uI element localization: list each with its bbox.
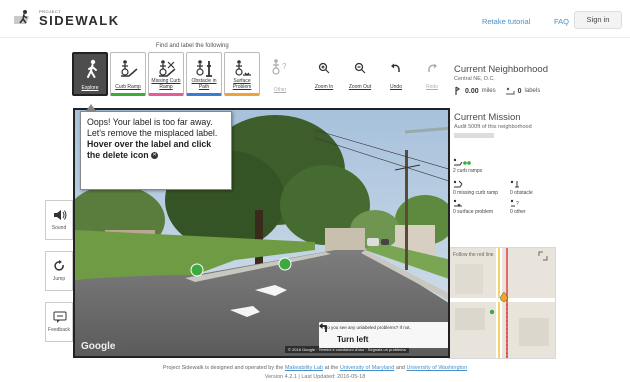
redo-label: Redo	[426, 84, 438, 90]
obstacle-icon	[196, 60, 212, 77]
labels-count: 0	[517, 87, 522, 95]
mini-map[interactable]: Follow the red line	[448, 247, 556, 359]
toolbar-prompt: Find and label the following	[156, 43, 229, 49]
curb-ramp-label: Curb Ramp	[115, 84, 141, 90]
obstacle-button[interactable]: Obstacle in Path	[186, 52, 222, 96]
zoom-out-label: Zoom Out	[348, 84, 372, 90]
footer-text-a: Project Sidewalk is designed and operate…	[162, 365, 284, 371]
mini-map-canvas	[449, 248, 555, 358]
tutorial-popup: Oops! Your label is too far away. Let's …	[80, 111, 232, 190]
sound-button[interactable]: Sound	[45, 200, 73, 240]
svg-text:?: ?	[282, 62, 287, 71]
footer-credits: Project Sidewalk is designed and operate…	[0, 365, 630, 371]
undo-button[interactable]: Undo	[380, 56, 412, 96]
footer-text-c: and	[395, 365, 405, 371]
popup-instruction: Hover over the label and click the delet…	[87, 139, 212, 160]
curb-ramp-icon	[121, 60, 138, 77]
surface-problem-button[interactable]: Surface Problem	[224, 52, 260, 96]
obstacle-stat-icon	[510, 180, 519, 188]
mission-description: Audit 500ft of this neighborhood	[454, 124, 532, 130]
svg-text:?: ?	[516, 201, 519, 207]
footer-version: Version 4.2.1 | Last Updated: 2016-05-18	[264, 374, 366, 380]
sound-label: Sound	[51, 225, 67, 231]
google-watermark: Google	[81, 341, 116, 352]
zoom-in-icon	[318, 62, 330, 74]
logo-title: SIDEWALK	[39, 12, 120, 28]
sidewalk-logo-icon	[10, 8, 34, 28]
missing-curb-ramp-button[interactable]: Missing Curb Ramp	[148, 52, 184, 96]
other-stat-icon: ?	[510, 199, 519, 207]
mission-progress-bar	[454, 133, 494, 138]
missing-curb-ramp-label: Missing Curb Ramp	[151, 78, 181, 90]
retake-tutorial-link[interactable]: Retake tutorial	[482, 17, 530, 26]
navigation-hint[interactable]: Do you see any unlabeled problems? If no…	[319, 322, 448, 348]
umd-link[interactable]: University of Maryland	[340, 365, 394, 371]
curb-ramp-stat: 2 curb ramps	[453, 168, 483, 174]
zoom-in-label: Zoom In	[314, 84, 334, 90]
labels-word: labels	[524, 88, 541, 94]
jump-button[interactable]: Jump	[45, 251, 73, 291]
other-button[interactable]: ? Other	[262, 52, 298, 96]
uw-link[interactable]: University of Washington	[407, 365, 468, 371]
top-header: PROJECT SIDEWALK Retake tutorial FAQ Sig…	[0, 0, 630, 38]
distance-icon	[455, 86, 461, 95]
zoom-out-button[interactable]: Zoom Out	[344, 56, 376, 96]
missing-curb-ramp-stat-icon	[453, 180, 463, 188]
undo-icon	[391, 63, 400, 72]
current-neighborhood-panel: Current Neighborhood Central NE, D.C.	[454, 64, 614, 82]
feedback-icon	[53, 311, 67, 323]
curb-ramp-stat-icon	[453, 158, 471, 166]
surface-problem-stat-icon	[453, 199, 462, 207]
labels-icon	[505, 87, 515, 95]
zoom-in-button[interactable]: Zoom In	[308, 56, 340, 96]
walking-person-icon	[87, 59, 97, 78]
project-sidewalk-logo[interactable]: PROJECT SIDEWALK	[10, 8, 120, 28]
surface-problem-icon	[235, 60, 251, 76]
curb-ramp-button[interactable]: Curb Ramp	[110, 52, 146, 96]
turn-left-icon	[319, 323, 327, 332]
redo-icon	[428, 63, 437, 72]
zoom-out-icon	[354, 62, 366, 74]
mission-title: Current Mission	[454, 112, 521, 123]
explore-button[interactable]: Explore	[72, 52, 108, 96]
missing-curb-ramp-icon	[159, 60, 176, 77]
jump-icon	[54, 260, 64, 271]
current-mission-panel: Current Mission Audit 500ft of this neig…	[454, 112, 614, 130]
map-caption: Follow the red line	[453, 252, 494, 258]
distance-unit: miles	[481, 88, 496, 94]
undo-label: Undo	[390, 84, 402, 90]
footer-text-b: at the	[324, 365, 339, 371]
surface-problem-stat: 0 surface problem	[453, 209, 494, 215]
speaker-icon	[54, 210, 67, 220]
neighborhood-title: Current Neighborhood	[454, 64, 549, 75]
neighborhood-name: Central NE, D.C.	[454, 76, 495, 82]
makeability-lab-link[interactable]: Makeability Lab	[285, 365, 323, 371]
turn-left-button[interactable]: Turn left	[337, 335, 368, 344]
missing-curb-ramp-stat: 0 missing curb ramp	[453, 190, 499, 196]
feedback-button[interactable]: Feedback	[45, 302, 73, 342]
faq-link[interactable]: FAQ	[554, 17, 569, 26]
jump-label: Jump	[52, 276, 66, 282]
obstacle-label: Obstacle in Path	[191, 78, 217, 90]
redo-button[interactable]: Redo	[416, 56, 448, 96]
feedback-label: Feedback	[48, 327, 70, 333]
other-label: Other	[273, 87, 287, 93]
distance-value: 0.00	[465, 87, 479, 95]
other-icon: ?	[272, 59, 287, 75]
popup-text: Oops! Your label is too far away. Let's …	[87, 117, 218, 138]
hint-question: Do you see any unlabeled problems? If no…	[324, 325, 411, 330]
surface-problem-label: Surface Problem	[232, 78, 252, 90]
other-stat: 0 other	[510, 209, 526, 215]
explore-label: Explore	[81, 85, 99, 91]
sign-in-button[interactable]: Sign in	[574, 11, 622, 29]
obstacle-stat: 0 obstacle	[510, 190, 533, 196]
popup-pointer	[86, 104, 96, 111]
delete-icon: ✕	[151, 152, 159, 160]
neighborhood-stats: 0.00 miles 0 labels	[454, 86, 540, 96]
